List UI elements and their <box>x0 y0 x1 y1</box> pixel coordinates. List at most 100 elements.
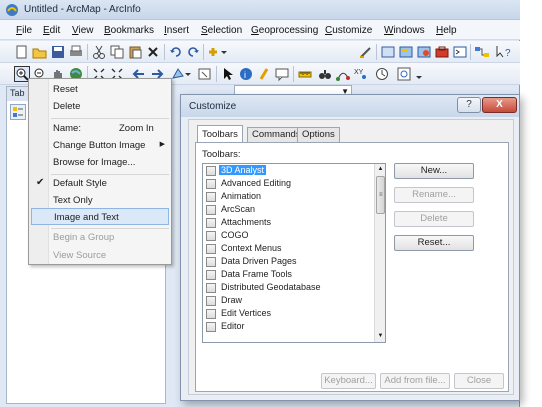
checkbox[interactable] <box>206 166 216 176</box>
identify-icon[interactable]: i <box>238 66 254 82</box>
checkbox[interactable] <box>206 205 216 215</box>
list-item[interactable]: Animation <box>204 191 372 203</box>
toolbar-list[interactable]: 3D Analyst Advanced Editing Animation Ar… <box>202 163 386 343</box>
clear-selection-icon[interactable] <box>197 66 213 82</box>
checkbox[interactable] <box>206 257 216 267</box>
list-item[interactable]: Editor <box>204 321 372 333</box>
menu-item-delete[interactable]: Delete <box>31 98 169 115</box>
checkbox[interactable] <box>206 179 216 189</box>
menu-item-text-only[interactable]: Text Only <box>31 192 169 209</box>
scroll-down-arrow-icon[interactable]: ▼ <box>375 331 385 342</box>
menu-customize[interactable]: Customize <box>325 25 372 36</box>
whats-this-help-icon[interactable]: ? <box>495 44 511 60</box>
keyboard-button[interactable]: Keyboard... <box>321 373 376 389</box>
add-from-file-button[interactable]: Add from file... <box>380 373 450 389</box>
copy-icon[interactable] <box>109 44 125 60</box>
modelbuilder-icon[interactable] <box>474 44 490 60</box>
checkbox[interactable] <box>206 218 216 228</box>
close-button[interactable]: Close <box>454 373 504 389</box>
list-item[interactable]: COGO <box>204 230 372 242</box>
toolbar-options-icon[interactable] <box>414 66 424 82</box>
save-icon[interactable] <box>50 44 66 60</box>
open-folder-icon[interactable] <box>32 44 48 60</box>
search-window-icon[interactable] <box>416 44 432 60</box>
redo-icon[interactable] <box>185 44 201 60</box>
button-context-menu: Reset Delete Name: Zoom In Change Button… <box>28 78 172 265</box>
menu-bookmarks[interactable]: Bookmarks <box>104 25 154 36</box>
select-elements-icon[interactable] <box>220 66 236 82</box>
menu-item-default-style[interactable]: ✔ Default Style <box>31 175 169 192</box>
checkbox[interactable] <box>206 244 216 254</box>
delete-icon[interactable] <box>145 44 161 60</box>
checkbox[interactable] <box>206 231 216 241</box>
scroll-up-arrow-icon[interactable]: ▲ <box>375 164 385 175</box>
menu-item-view-source[interactable]: View Source <box>31 247 169 264</box>
arctoolbox-icon[interactable] <box>434 44 450 60</box>
menu-help[interactable]: Help <box>436 25 457 36</box>
reset-toolbar-button[interactable]: Reset... <box>394 235 474 251</box>
python-window-icon[interactable] <box>452 44 468 60</box>
new-toolbar-button[interactable]: New... <box>394 163 474 179</box>
list-item[interactable]: ArcScan <box>204 204 372 216</box>
undo-icon[interactable] <box>168 44 184 60</box>
menu-item-image-and-text[interactable]: Image and Text <box>31 208 169 225</box>
list-item[interactable]: Advanced Editing <box>204 178 372 190</box>
menu-view[interactable]: View <box>72 25 94 36</box>
list-scrollbar[interactable]: ▲ ≡ ▼ <box>374 164 385 342</box>
list-item[interactable]: Data Driven Pages <box>204 256 372 268</box>
menu-insert[interactable]: Insert <box>164 25 189 36</box>
go-to-xy-icon[interactable]: XY <box>353 66 369 82</box>
menu-file[interactable]: File <box>16 25 32 36</box>
hyperlink-icon[interactable] <box>256 66 272 82</box>
find-icon[interactable] <box>317 66 333 82</box>
list-by-drawing-order-icon[interactable] <box>10 104 26 120</box>
select-features-icon[interactable] <box>171 66 191 82</box>
menu-item-begin-a-group[interactable]: Begin a Group <box>31 229 169 246</box>
list-item[interactable]: 3D Analyst <box>204 165 372 177</box>
print-icon[interactable] <box>68 44 84 60</box>
html-popup-icon[interactable] <box>274 66 290 82</box>
new-document-icon[interactable] <box>14 44 30 60</box>
measure-icon[interactable] <box>297 66 313 82</box>
time-slider-icon[interactable] <box>374 66 390 82</box>
help-button[interactable]: ? <box>457 97 481 113</box>
menu-windows[interactable]: Windows <box>384 25 425 36</box>
checkbox[interactable] <box>206 322 216 332</box>
catalog-window-icon[interactable] <box>398 44 414 60</box>
cut-icon[interactable] <box>91 44 107 60</box>
list-item[interactable]: Distributed Geodatabase <box>204 282 372 294</box>
menu-item-reset[interactable]: Reset <box>31 81 169 98</box>
toolbar-separator <box>216 66 217 82</box>
button-name-value[interactable]: Zoom In <box>119 123 154 134</box>
menu-edit[interactable]: Edit <box>43 25 60 36</box>
menu-item-name[interactable]: Name: Zoom In <box>31 120 169 137</box>
checkbox[interactable] <box>206 192 216 202</box>
list-item[interactable]: Attachments <box>204 217 372 229</box>
table-of-contents-icon[interactable] <box>380 44 396 60</box>
tab-toolbars[interactable]: Toolbars <box>197 125 243 143</box>
close-window-button[interactable]: X <box>482 97 517 113</box>
menu-geoprocessing[interactable]: Geoprocessing <box>251 25 318 36</box>
tab-options[interactable]: Options <box>297 127 340 142</box>
checkbox[interactable] <box>206 270 216 280</box>
list-item[interactable]: Edit Vertices <box>204 308 372 320</box>
editor-toolbar-icon[interactable] <box>358 44 374 60</box>
toolbar-separator <box>87 44 88 60</box>
add-data-icon[interactable] <box>207 44 227 60</box>
rename-toolbar-button[interactable]: Rename... <box>394 187 474 203</box>
menu-item-browse-for-image[interactable]: Browse for Image... <box>31 154 169 171</box>
paste-icon[interactable] <box>127 44 143 60</box>
checkbox[interactable] <box>206 309 216 319</box>
find-route-icon[interactable] <box>335 66 351 82</box>
title-bar: Untitled - ArcMap - ArcInfo <box>0 0 520 20</box>
delete-toolbar-button[interactable]: Delete <box>394 211 474 227</box>
list-item[interactable]: Draw <box>204 295 372 307</box>
create-viewer-window-icon[interactable] <box>396 66 412 82</box>
scroll-thumb[interactable]: ≡ <box>376 176 385 214</box>
menu-selection[interactable]: Selection <box>201 25 242 36</box>
menu-item-change-button-image[interactable]: Change Button Image ▶ <box>31 137 169 154</box>
list-item[interactable]: Context Menus <box>204 243 372 255</box>
checkbox[interactable] <box>206 283 216 293</box>
list-item[interactable]: Data Frame Tools <box>204 269 372 281</box>
checkbox[interactable] <box>206 296 216 306</box>
